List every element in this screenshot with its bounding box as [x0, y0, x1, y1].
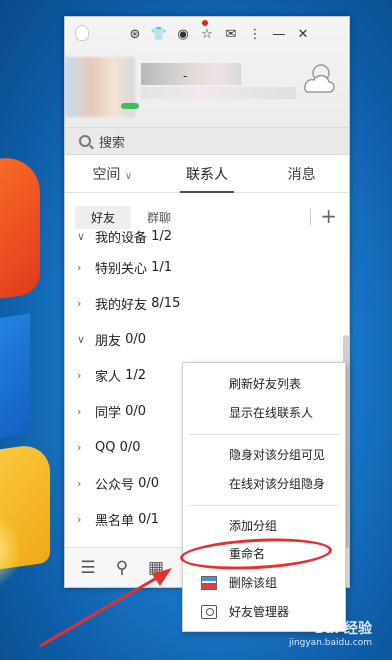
tab-space[interactable]: 空间 ∨: [65, 157, 160, 192]
search-input[interactable]: 搜索: [99, 132, 125, 151]
add-friend-icon[interactable]: ⚲: [111, 558, 133, 578]
context-menu: 刷新好友列表 显示在线联系人 隐身对该分组可见 在线对该分组隐身 添加分组 重命…: [182, 362, 346, 632]
tab-messages[interactable]: 消息: [254, 157, 349, 192]
app-manager-icon[interactable]: ▦: [145, 558, 167, 578]
delete-group-icon: [201, 576, 217, 590]
tab-contacts[interactable]: 联系人: [160, 157, 255, 193]
profile-header: ⊛ 👕 ◉ ☆ ✉ ⋮ — ✕ -: [65, 17, 349, 127]
menu-separator: [189, 505, 339, 506]
titlebar-icons: ⊛ 👕 ◉ ☆ ✉ ⋮ — ✕: [123, 23, 315, 45]
chevron-right-icon: ›: [77, 404, 82, 418]
minimize-icon[interactable]: —: [267, 23, 291, 45]
signature[interactable]: [141, 87, 296, 99]
more-icon[interactable]: ⋮: [243, 23, 267, 45]
notification-dot: [202, 20, 208, 26]
chevron-down-icon: ∨: [77, 229, 86, 243]
menu-invisible-visible[interactable]: 隐身对该分组可见: [183, 442, 345, 468]
chevron-right-icon: ›: [77, 296, 82, 310]
close-icon[interactable]: ✕: [291, 23, 315, 45]
online-status-icon[interactable]: [121, 103, 139, 109]
nickname-dash: -: [183, 69, 188, 83]
search-bar[interactable]: 搜索: [65, 127, 349, 155]
search-icon: [79, 135, 91, 147]
watermark: Bai 经验 jingyan.baidu.com: [288, 621, 372, 648]
app-icon[interactable]: ◉: [171, 23, 195, 45]
menu-show-online[interactable]: 显示在线联系人: [183, 400, 345, 426]
qq-logo-icon[interactable]: [75, 25, 89, 41]
group-my-devices[interactable]: ∨ 我的设备 1/2: [65, 223, 349, 249]
nickname[interactable]: [141, 63, 241, 85]
menu-refresh-friends[interactable]: 刷新好友列表: [183, 371, 345, 397]
chevron-down-icon: ∨: [77, 332, 86, 346]
group-special-care[interactable]: › 特别关心 1/1: [65, 249, 349, 285]
mail-icon[interactable]: ✉: [219, 23, 243, 45]
shirt-icon[interactable]: 👕: [147, 23, 171, 45]
weather-icon[interactable]: [299, 57, 339, 97]
main-menu-icon[interactable]: ☰: [77, 558, 99, 578]
friend-manager-icon: [201, 605, 217, 619]
star-icon[interactable]: ☆: [195, 23, 219, 45]
chevron-right-icon: ›: [77, 440, 82, 454]
chevron-right-icon: ›: [77, 476, 82, 490]
group-my-friends[interactable]: › 我的好友 8/15: [65, 285, 349, 321]
menu-delete-group[interactable]: 删除该组: [183, 570, 345, 596]
chevron-right-icon: ›: [77, 512, 82, 526]
skin-icon[interactable]: ⊛: [123, 23, 147, 45]
chevron-right-icon: ›: [77, 368, 82, 382]
group-friends[interactable]: ∨ 朋友 0/0: [65, 321, 349, 357]
chevron-right-icon: ›: [77, 260, 82, 274]
main-tabs: 空间 ∨ 联系人 消息: [65, 157, 349, 193]
menu-separator: [189, 434, 339, 435]
menu-add-group[interactable]: 添加分组: [183, 513, 345, 539]
menu-online-invisible[interactable]: 在线对该分组隐身: [183, 471, 345, 497]
chevron-down-icon: ∨: [124, 171, 133, 182]
